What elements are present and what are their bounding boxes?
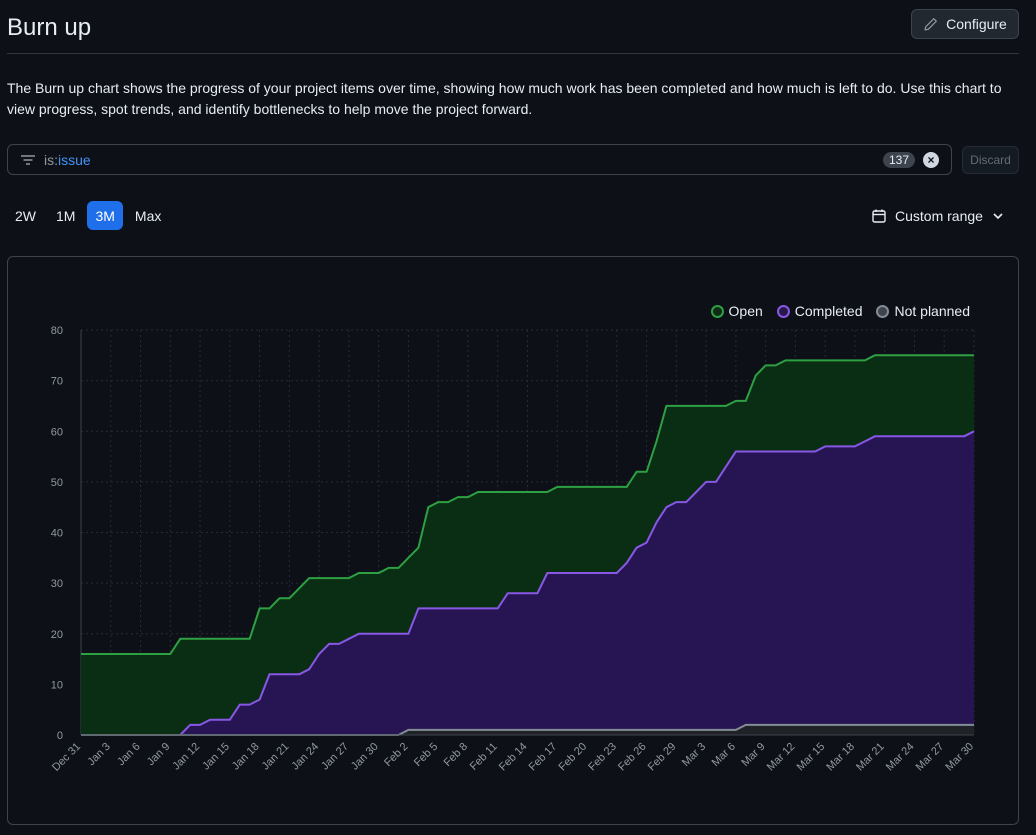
- y-tick-label: 40: [51, 528, 63, 540]
- y-tick-label: 50: [51, 477, 63, 489]
- legend-item-not-planned[interactable]: Not planned: [876, 303, 970, 319]
- x-tick-label: Jan 12: [170, 741, 202, 773]
- custom-range-button[interactable]: Custom range: [871, 208, 1005, 224]
- calendar-icon: [872, 209, 886, 223]
- legend-label-not-planned: Not planned: [894, 303, 970, 319]
- burn-up-chart: 01020304050607080Dec 31 Jan 3 Jan 6 Jan 9Ja…: [50, 325, 976, 774]
- legend-item-completed[interactable]: Completed: [776, 303, 863, 319]
- legend-item-open[interactable]: Open: [710, 303, 763, 319]
- x-tick-label: Jan 21: [260, 741, 292, 773]
- x-tick-label: Feb 14: [497, 741, 530, 774]
- x-tick-label: Mar 9: [739, 741, 767, 769]
- y-tick-label: 20: [51, 629, 63, 641]
- pencil-icon: [924, 17, 938, 31]
- x-tick-label: Jan 15: [200, 741, 232, 773]
- legend-label-open: Open: [728, 303, 763, 319]
- x-tick-label: Mar 15: [795, 741, 828, 774]
- y-tick-label: 60: [51, 426, 63, 438]
- chevron-down-icon: [993, 213, 1003, 220]
- x-tick-label: Feb 11: [468, 741, 500, 773]
- x-tick-label: Feb 20: [556, 741, 589, 774]
- x-tick-label: Mar 6: [710, 741, 738, 769]
- x-tick-label: Jan 27: [319, 741, 351, 773]
- x-circle-icon[interactable]: ×: [923, 152, 939, 168]
- y-tick-label: 70: [51, 376, 63, 388]
- x-tick-label: Mar 24: [884, 741, 917, 774]
- discard-button[interactable]: Discard: [962, 146, 1019, 174]
- range-max-button[interactable]: Max: [127, 201, 169, 230]
- y-tick-label: 0: [57, 730, 63, 742]
- custom-range-label: Custom range: [895, 208, 983, 224]
- x-tick-label: Jan 6: [115, 741, 143, 769]
- filter-value: issue: [58, 152, 91, 168]
- filter-input[interactable]: is:issue 137 ×: [7, 144, 952, 175]
- y-tick-label: 10: [51, 679, 63, 691]
- x-tick-label: Jan 18: [230, 741, 262, 773]
- range-3m-button[interactable]: 3M: [87, 201, 123, 230]
- range-2w-button[interactable]: 2W: [7, 201, 44, 230]
- filter-query[interactable]: is:issue: [44, 152, 91, 168]
- configure-button[interactable]: Configure: [911, 9, 1019, 39]
- x-tick-label: Feb 17: [527, 741, 560, 774]
- legend-swatch-completed: [776, 304, 790, 318]
- x-tick-label: Feb 23: [586, 741, 619, 774]
- page-header: Burn up Configure: [7, 0, 1019, 54]
- x-tick-label: Jan 24: [289, 741, 321, 773]
- x-tick-label: Mar 30: [943, 741, 976, 774]
- chart-description: The Burn up chart shows the progress of …: [7, 80, 1002, 117]
- x-tick-label: Mar 3: [680, 741, 708, 769]
- x-tick-label: Mar 21: [854, 741, 887, 774]
- chart-container: 0 10 20 30 40 50 60 70 80 Dec 31 Jan 3 Jan 6 Jan 9 Ja…: [7, 256, 1019, 825]
- filter-icon: [21, 155, 35, 165]
- x-tick-label: Jan 30: [349, 741, 381, 773]
- result-count-badge: 137: [882, 152, 915, 168]
- x-tick-label: Dec 31: [50, 741, 83, 774]
- x-tick-label: Jan 9: [145, 741, 173, 769]
- x-tick-label: Feb 29: [646, 741, 679, 774]
- x-tick-label: Mar 12: [765, 741, 798, 774]
- legend-swatch-not-planned: [876, 304, 890, 318]
- x-tick-label: Feb 5: [412, 741, 440, 769]
- x-tick-label: Mar 18: [824, 741, 857, 774]
- filter-key: is:: [44, 152, 58, 168]
- y-tick-label: 30: [51, 578, 63, 590]
- x-tick-label: Feb 26: [616, 741, 649, 774]
- chart-legend: Open Completed Not planned: [710, 303, 970, 319]
- x-tick-label: Feb 8: [442, 741, 470, 769]
- range-1m-button[interactable]: 1M: [48, 201, 83, 230]
- legend-swatch-open: [710, 304, 724, 318]
- legend-label-completed: Completed: [794, 303, 863, 319]
- x-tick-label: Jan 3: [85, 741, 113, 769]
- configure-label: Configure: [946, 16, 1007, 32]
- x-tick-label: Mar 27: [914, 741, 947, 774]
- y-tick-label: 80: [51, 325, 63, 337]
- x-tick-label: Feb 2: [382, 741, 410, 769]
- page-title: Burn up: [7, 14, 92, 41]
- range-selector: 2W 1M 3M Max: [7, 201, 169, 230]
